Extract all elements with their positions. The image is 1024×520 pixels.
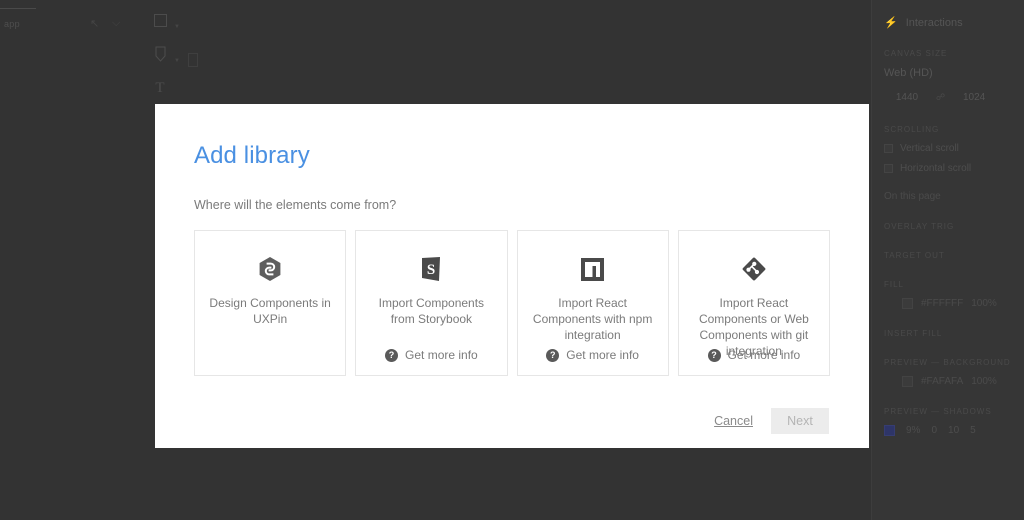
preview-shadows-label: PREVIEW — SHADOWS [884,407,992,416]
library-source-cards: Design Components in UXPin S Import Comp… [194,230,830,376]
fill-row[interactable]: #FFFFFF 100% [884,298,1012,309]
pen-tool-icon[interactable] [148,42,172,66]
npm-logo-icon [581,256,605,282]
canvas-height-input[interactable]: 1024 [951,89,997,105]
card-label: Design Components in UXPin [209,296,331,326]
canvas-width-input[interactable]: 1440 [884,89,930,105]
preview-shadows-row[interactable]: 9% 0 10 5 [884,425,1012,436]
card-label: Import Components from Storybook [378,296,485,326]
get-more-info-link[interactable]: ? Get more info [356,348,506,362]
canvas-ruler [0,8,36,9]
question-mark-icon: ? [546,348,560,362]
chevron-down-icon[interactable]: ▼ [174,58,180,64]
on-this-page-label[interactable]: On this page [884,191,1012,202]
app-root: app ↖ ⌵ T ▼ ▼ ⚡ Interactions CANVAS SIZE… [0,0,1024,520]
canvas-label: app [4,19,20,29]
fill-label: FILL [884,280,905,289]
dialog-subtitle: Where will the elements come from? [194,198,397,212]
get-more-info-link[interactable]: ? Get more info [518,348,668,362]
dialog-title: Add library [194,142,310,169]
link-icon[interactable]: ☍ [936,92,945,103]
add-library-dialog: Add library Where will the elements come… [155,104,869,448]
overlay-trigger-label: OVERLAY TRIG [884,222,955,231]
card-label: Import React Components with npm integra… [532,296,653,342]
git-logo-icon [742,256,766,282]
get-more-info-label: Get more info [727,348,801,362]
target-label: TARGET OUT [884,251,945,260]
shadow-opacity[interactable]: 9% [906,425,920,436]
fill-swatch[interactable] [902,298,913,309]
preview-background-value[interactable]: #FAFAFA [921,376,963,387]
history-icon[interactable]: ⌵ [112,17,120,30]
shape-tool-icon[interactable] [188,53,198,67]
shadow-color-swatch[interactable] [884,425,895,436]
shadow-offset-y[interactable]: 10 [948,425,959,436]
get-more-info-label: Get more info [566,348,639,362]
fill-opacity[interactable]: 100% [971,298,997,309]
undo-icon[interactable]: ↖ [90,17,99,30]
chevron-down-icon[interactable]: ▼ [174,24,180,30]
fill-value[interactable]: #FFFFFF [921,298,963,309]
question-mark-icon: ? [385,348,399,362]
insert-fill-label: INSERT FILL [884,329,943,338]
dialog-footer: Cancel Next [194,408,830,434]
canvas-dimensions[interactable]: 1440 ☍ 1024 [884,89,1012,105]
inspector-panel[interactable]: ⚡ Interactions CANVAS SIZE Web (HD) 1440… [872,0,1024,520]
vertical-scroll-checkbox[interactable] [884,144,893,153]
canvas-size-label: CANVAS SIZE [884,49,948,58]
get-more-info-link[interactable]: ? Get more info [679,348,829,362]
next-button[interactable]: Next [771,408,829,434]
interactions-label: Interactions [905,16,963,29]
card-npm[interactable]: Import React Components with npm integra… [516,230,669,376]
horizontal-scroll-checkbox[interactable] [884,164,893,173]
preview-background-row[interactable]: #FAFAFA 100% [884,376,1012,387]
storybook-logo-icon: S [421,256,441,282]
preview-background-opacity[interactable]: 100% [971,376,997,387]
question-mark-icon: ? [707,348,721,362]
canvas-size-value[interactable]: Web (HD) [884,67,1012,79]
interactions-row[interactable]: ⚡ Interactions [884,0,1012,30]
scrolling-label: SCROLLING [884,125,940,134]
horizontal-scroll-label: Horizontal scroll [900,163,972,174]
card-git[interactable]: Import React Components or Web Component… [677,230,830,376]
tool-rail[interactable]: T ▼ ▼ [148,8,198,108]
horizontal-scroll-row[interactable]: Horizontal scroll [884,163,1012,174]
card-storybook[interactable]: S Import Components from Storybook ? Get… [355,230,508,376]
uxpin-logo-icon [259,256,281,282]
vertical-scroll-label: Vertical scroll [900,143,959,154]
text-tool-icon[interactable]: T [148,76,172,100]
vertical-scroll-row[interactable]: Vertical scroll [884,143,1012,154]
shadow-blur[interactable]: 5 [970,425,976,436]
shadow-offset-x[interactable]: 0 [931,425,937,436]
rectangle-tool-icon[interactable] [148,8,172,32]
preview-background-swatch[interactable] [902,376,913,387]
get-more-info-label: Get more info [405,348,478,362]
card-uxpin[interactable]: Design Components in UXPin [194,230,347,376]
preview-background-label: PREVIEW — BACKGROUND [884,358,1011,367]
lightning-icon: ⚡ [884,17,898,29]
svg-text:S: S [427,262,435,278]
cancel-button[interactable]: Cancel [714,414,753,428]
